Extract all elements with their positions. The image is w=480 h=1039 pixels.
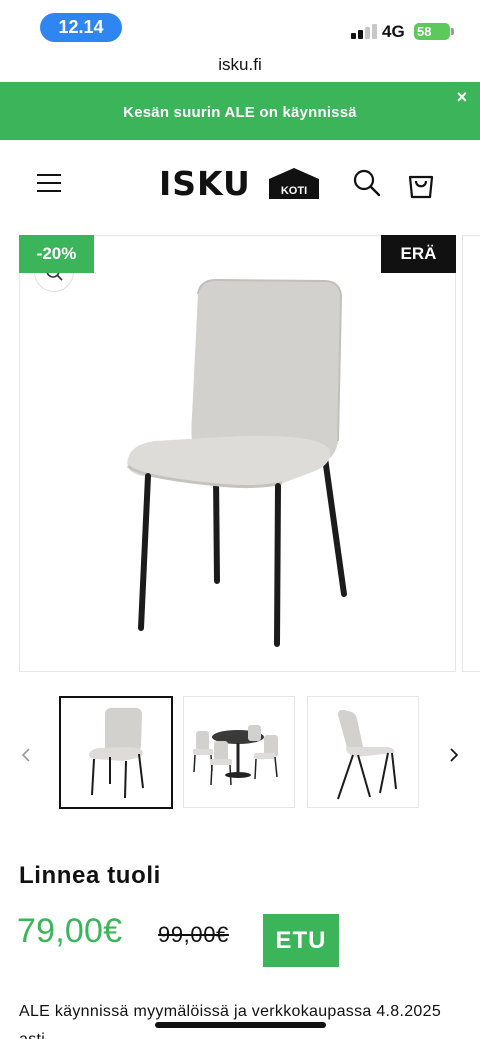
original-price: 99,00€: [158, 922, 229, 947]
product-gallery: [0, 235, 480, 673]
site-header: ISKU KOTI: [0, 140, 480, 232]
chair-image: [126, 278, 347, 647]
svg-text:ISKU: ISKU: [159, 165, 251, 201]
deal-badge: ETU: [263, 914, 339, 967]
search-icon[interactable]: [352, 168, 382, 198]
promo-banner: Kesän suurin ALE on käynnissä ×: [0, 82, 480, 140]
product-main-image[interactable]: [19, 235, 456, 672]
thumbnail-dining-set[interactable]: [183, 696, 295, 808]
close-icon[interactable]: ×: [450, 86, 474, 110]
url-bar[interactable]: isku.fi: [0, 52, 480, 82]
chevron-right-icon[interactable]: [444, 746, 462, 764]
sale-info-text: ALE käynnissä myymälöissä ja verkkokaupa…: [19, 1003, 442, 1039]
discount-badge: -20%: [19, 235, 94, 273]
thumbnail-chair-front[interactable]: [59, 696, 173, 809]
svg-text:KOTI: KOTI: [281, 185, 307, 197]
isku-koti-logo[interactable]: ISKU KOTI: [159, 165, 321, 201]
product-title: Linnea tuoli: [19, 862, 161, 889]
promo-text: Kesän suurin ALE on käynnissä: [123, 104, 357, 121]
battery-level: 58: [417, 24, 432, 39]
home-indicator[interactable]: [155, 1022, 326, 1028]
status-time: 12.14: [40, 13, 122, 42]
battery-icon: 58: [414, 23, 450, 40]
thumbnail-strip: [0, 696, 480, 809]
battery-tip: [451, 28, 454, 35]
thumbnail-chair-front-image: [88, 708, 144, 799]
network-type: 4G: [382, 22, 405, 41]
chevron-left-icon[interactable]: [18, 746, 36, 764]
status-bar: 12.14 4G 58: [0, 0, 480, 52]
sale-price: 79,00€: [17, 912, 123, 950]
thumbnail-dining-set-image: [193, 725, 278, 786]
thumbnail-chair-side-image: [337, 709, 397, 800]
next-image-peek[interactable]: [462, 235, 480, 672]
cart-icon[interactable]: [405, 168, 437, 200]
signal-icon: [351, 23, 377, 39]
stock-badge: ERÄ: [381, 235, 456, 273]
hamburger-menu-icon[interactable]: [37, 172, 61, 194]
thumbnail-chair-side[interactable]: [307, 696, 419, 808]
